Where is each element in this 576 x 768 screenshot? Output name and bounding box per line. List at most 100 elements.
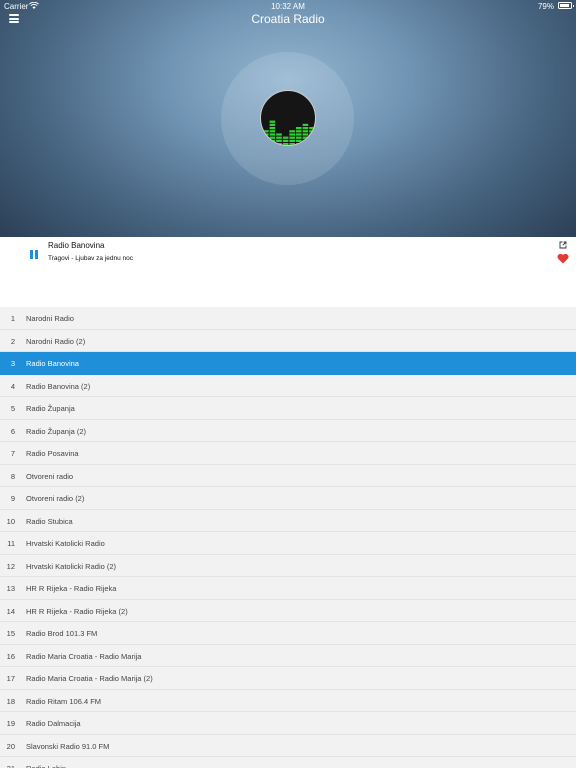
station-row[interactable]: 16 Radio Maria Croatia - Radio Marija [0, 645, 576, 667]
station-number: 19 [6, 719, 15, 728]
equalizer-segment [269, 136, 276, 139]
equalizer-segment [269, 120, 276, 123]
battery-icon [558, 2, 574, 9]
station-name: Hrvatski Katolicki Radio (2) [26, 561, 117, 571]
station-name: Narodni Radio [26, 314, 74, 323]
station-number: 1 [10, 314, 15, 323]
equalizer-segment [282, 139, 289, 142]
station-name: Radio Županja (2) [26, 426, 87, 436]
station-name: Slavonski Radio 91.0 FM [26, 741, 110, 751]
station-row[interactable]: 13 HR R Rijeka - Radio Rijeka [0, 577, 576, 600]
station-row[interactable]: 21 Radio Labin [0, 757, 576, 768]
equalizer-segment [289, 133, 295, 136]
station-number: 11 [7, 539, 15, 548]
station-name: Otvoreni radio [26, 471, 74, 481]
station-number: 20 [6, 741, 15, 751]
station-row[interactable]: 18 Radio Ritam 106.4 FM [0, 690, 576, 712]
equalizer-segment [269, 130, 276, 133]
station-number: 17 [6, 674, 15, 683]
equalizer-segment [289, 143, 295, 145]
equalizer-segment [296, 139, 302, 142]
station-number: 15 [6, 629, 15, 638]
equalizer-segment [302, 127, 309, 130]
station-number: 8 [10, 471, 15, 481]
station-number: 21 [0, 764, 15, 768]
station-name: Radio Stubica [26, 516, 73, 526]
station-number: 5 [10, 404, 15, 413]
pause-button[interactable] [29, 250, 39, 260]
station-row[interactable]: 19 Radio Dalmacija [0, 712, 576, 735]
station-number: 6 [10, 426, 15, 436]
equalizer-segment [269, 127, 276, 130]
station-list: 1 Narodni Radio 2 Narodni Radio (2) 3 Radio B… [0, 307, 576, 768]
equalizer-segment [269, 133, 276, 136]
share-icon[interactable] [559, 241, 567, 249]
station-row[interactable]: 3 Radio Banovina [0, 352, 576, 375]
equalizer-segment [296, 136, 302, 139]
station-row[interactable]: 2 Narodni Radio (2) [0, 330, 576, 352]
station-name: HR R Rijeka - Radio Rijeka (2) [26, 606, 128, 616]
equalizer-icon [263, 120, 315, 145]
station-row[interactable]: 11 Hrvatski Katolicki Radio [0, 532, 576, 555]
station-name: HR R Rijeka - Radio Rijeka [26, 584, 117, 593]
equalizer-segment [269, 123, 276, 126]
station-name: Radio Banovina (2) [26, 381, 91, 391]
station-number: 2 [10, 336, 15, 346]
heart-icon[interactable] [557, 253, 569, 264]
station-artwork [260, 90, 316, 146]
station-row[interactable]: 4 Radio Banovina (2) [0, 375, 576, 397]
equalizer-segment [289, 139, 295, 142]
station-name: Radio Brod 101.3 FM [26, 629, 98, 638]
equalizer-segment [302, 133, 309, 136]
station-row[interactable]: 8 Otvoreni radio [0, 465, 576, 487]
station-row[interactable]: 12 Hrvatski Katolicki Radio (2) [0, 555, 576, 577]
station-row[interactable]: 20 Slavonski Radio 91.0 FM [0, 735, 576, 757]
equalizer-segment [263, 130, 269, 133]
station-number: 4 [10, 381, 15, 391]
station-name: Radio Labin [26, 764, 66, 768]
station-name: Hrvatski Katolicki Radio [26, 539, 105, 548]
equalizer-segment [302, 130, 309, 133]
station-name: Radio Ritam 106.4 FM [26, 696, 102, 706]
now-playing-track: Tragovi - Ljubav za jednu noc [48, 255, 134, 262]
now-playing-panel: Radio Banovina Tragovi - Ljubav za jednu… [0, 237, 576, 307]
station-name: Radio Banovina [26, 359, 79, 368]
station-name: Radio Maria Croatia - Radio Marija [26, 651, 142, 661]
equalizer-segment [276, 133, 282, 136]
station-number: 10 [6, 516, 15, 526]
station-number: 18 [6, 696, 15, 706]
station-row[interactable]: 14 HR R Rijeka - Radio Rijeka (2) [0, 600, 576, 622]
station-number: 3 [10, 359, 15, 368]
station-number: 14 [6, 606, 15, 616]
equalizer-segment [276, 139, 282, 142]
now-playing-station: Radio Banovina [48, 241, 105, 250]
station-name: Radio Županja [26, 404, 75, 413]
station-row[interactable]: 17 Radio Maria Croatia - Radio Marija (2) [0, 667, 576, 690]
equalizer-segment [289, 136, 295, 139]
equalizer-segment [302, 123, 309, 126]
station-row[interactable]: 15 Radio Brod 101.3 FM [0, 622, 576, 645]
equalizer-segment [282, 136, 289, 139]
station-row[interactable]: 5 Radio Županja [0, 397, 576, 420]
station-name: Otvoreni radio (2) [26, 494, 85, 503]
station-number: 16 [6, 651, 15, 661]
station-row[interactable]: 10 Radio Stubica [0, 510, 576, 532]
station-row[interactable]: 7 Radio Posavina [0, 442, 576, 465]
station-row[interactable]: 6 Radio Županja (2) [0, 420, 576, 442]
station-number: 12 [6, 561, 15, 571]
station-name: Radio Dalmacija [26, 719, 81, 728]
station-row[interactable]: 9 Otvoreni radio (2) [0, 487, 576, 510]
equalizer-segment [289, 130, 295, 133]
station-number: 9 [10, 494, 15, 503]
station-number: 13 [6, 584, 15, 593]
hero-artwork-area: Carrier 10:32 AM 79% Croatia Radio [0, 0, 576, 237]
status-time: 10:32 AM [271, 2, 305, 11]
station-name: Narodni Radio (2) [26, 336, 86, 346]
status-battery-level: 79% [537, 2, 554, 11]
station-row[interactable]: 1 Narodni Radio [0, 307, 576, 330]
app-title: Croatia Radio [251, 12, 325, 26]
status-bar: Carrier 10:32 AM 79% [0, 0, 576, 12]
station-name: Radio Maria Croatia - Radio Marija (2) [26, 674, 153, 683]
equalizer-segment [282, 143, 289, 145]
station-number: 7 [10, 449, 15, 458]
